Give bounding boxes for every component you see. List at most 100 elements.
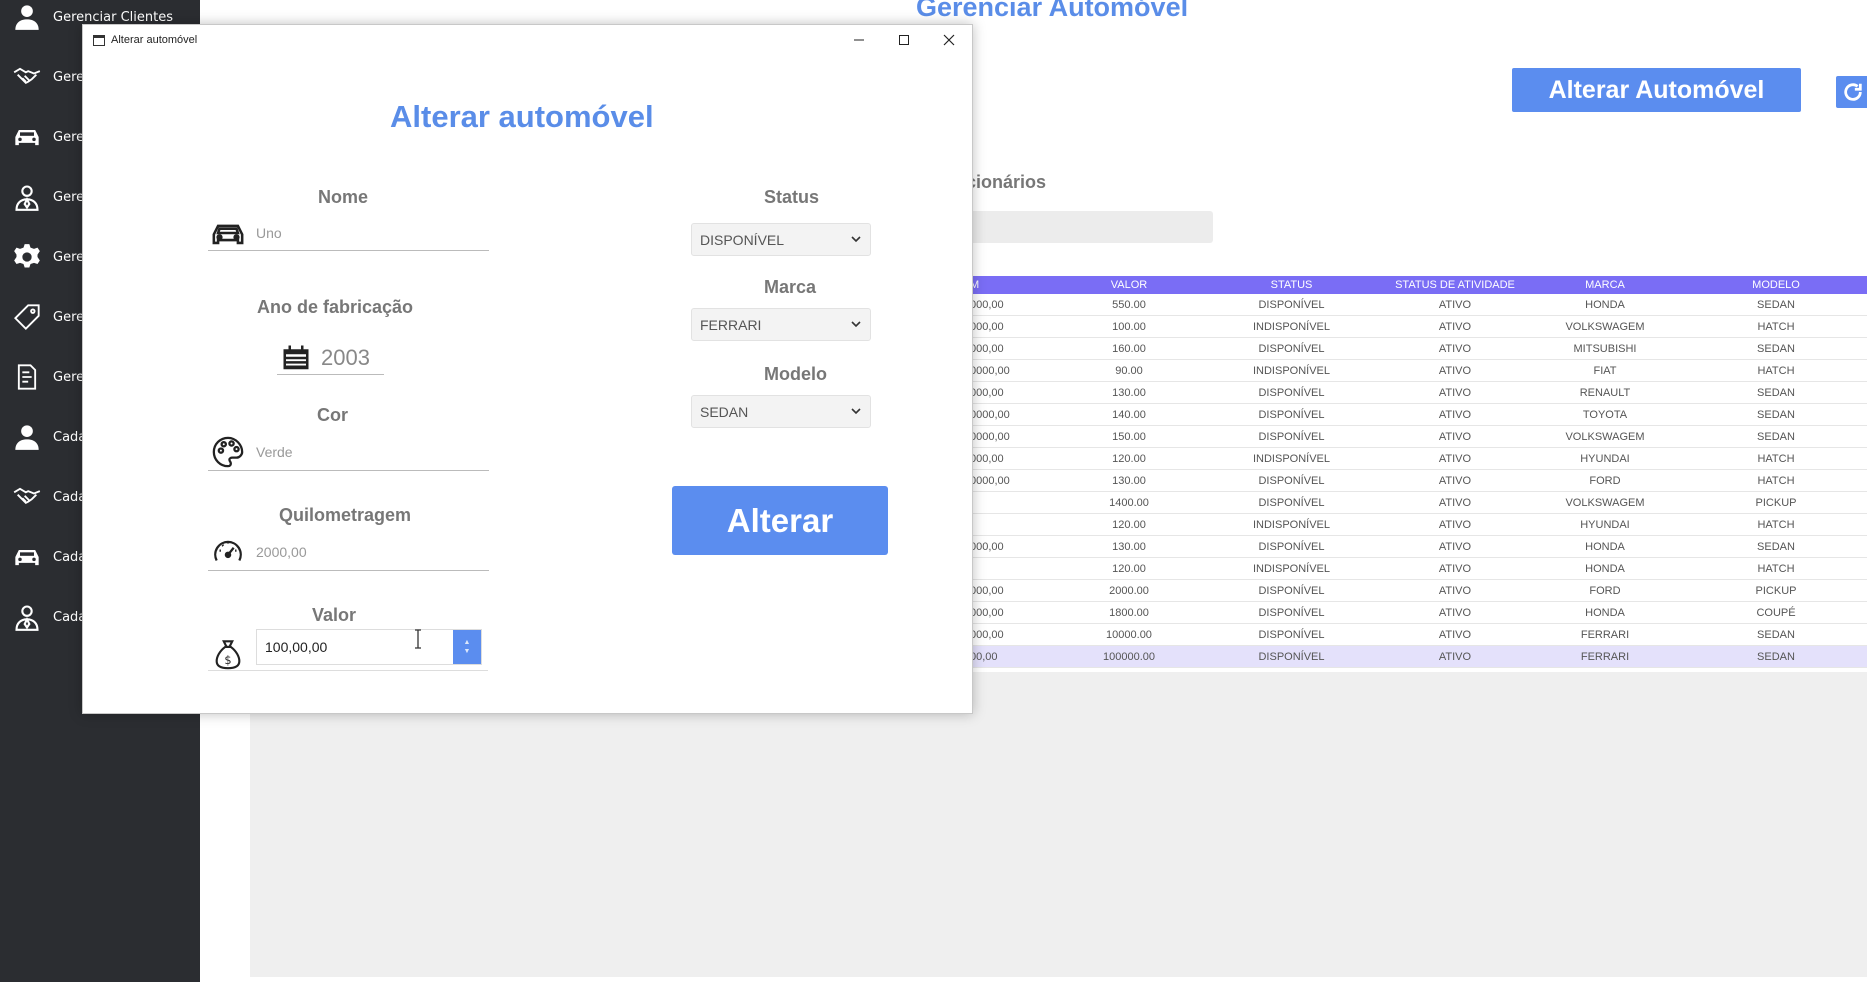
maximize-icon — [899, 35, 909, 45]
table-cell: 000,00 — [970, 628, 1004, 641]
table-cell: ATIVO — [1438, 342, 1472, 355]
status-select[interactable]: DISPONÍVEL — [691, 223, 871, 256]
column-header[interactable]: STATUS — [1198, 279, 1385, 291]
table-row[interactable]: 000,00 1800.00 DISPONÍVEL ATIVO HONDA COUPÉ — [970, 602, 1867, 624]
table-cell: HYUNDAI — [1580, 518, 1630, 531]
column-header[interactable]: STATUS DE ATIVIDADE — [1385, 279, 1525, 291]
page-title: Gerenciar Automóvel — [916, 0, 1189, 22]
table-cell: ATIVO — [1438, 474, 1472, 487]
table-row[interactable]: 000,00 550.00 DISPONÍVEL ATIVO HONDA SEDAN — [970, 294, 1867, 316]
table-cell: COUPÉ — [1756, 606, 1796, 619]
table-cell: 000,00 — [970, 386, 1004, 399]
table-cell: PICKUP — [1755, 496, 1797, 509]
table-row[interactable]: 000,00 160.00 DISPONÍVEL ATIVO MITSUBISHI SED… — [970, 338, 1867, 360]
alterar-button[interactable]: Alterar — [672, 486, 888, 555]
table-cell: VOLKSWAGEM — [1565, 320, 1645, 333]
table-row[interactable]: 00,00 100000.00 DISPONÍVEL ATIVO FERRARI SEDA… — [970, 646, 1867, 668]
maximize-button[interactable] — [882, 25, 926, 55]
status-selected: DISPONÍVEL — [700, 231, 785, 248]
valor-spinner[interactable]: 100,00,00 ▲ ▼ — [256, 629, 482, 665]
table-cell: 10000.00 — [1106, 628, 1152, 641]
table-cell: DISPONÍVEL — [1258, 584, 1325, 597]
table-cell: 00,00 — [970, 650, 998, 663]
car-icon — [208, 216, 248, 250]
table-cell: 0000,00 — [970, 364, 1010, 377]
table-cell: 120.00 — [1112, 562, 1146, 575]
table-cell: ATIVO — [1438, 430, 1472, 443]
table-cell: DISPONÍVEL — [1258, 650, 1325, 663]
nome-value: Uno — [256, 224, 282, 241]
table-cell: ATIVO — [1438, 496, 1472, 509]
table-cell: SEDAN — [1757, 386, 1795, 399]
window-title: Alterar automóvel — [111, 34, 198, 46]
close-button[interactable] — [927, 25, 971, 55]
table-cell: HONDA — [1585, 606, 1625, 619]
gear-icon — [9, 243, 45, 271]
table-cell: 1400.00 — [1109, 496, 1149, 509]
sidebar-item-label: Gere — [53, 309, 85, 325]
table-header: M VALOR STATUS STATUS DE ATIVIDADE MARCA… — [970, 276, 1867, 294]
refresh-icon — [1844, 83, 1862, 101]
arrow-down-icon[interactable]: ▼ — [464, 647, 471, 656]
ano-field[interactable]: 2003 — [277, 341, 384, 375]
table-row[interactable]: 000,00 2000.00 DISPONÍVEL ATIVO FORD PICKUP — [970, 580, 1867, 602]
table-row[interactable]: 000,00 100.00 INDISPONÍVEL ATIVO VOLKSWAGEM H… — [970, 316, 1867, 338]
column-header[interactable]: M — [970, 279, 1060, 291]
table-cell: 000,00 — [970, 606, 1004, 619]
quilometragem-field[interactable]: 2000,00 — [208, 533, 489, 571]
table-row[interactable]: 1400.00 DISPONÍVEL ATIVO VOLKSWAGEM PICKUP — [970, 492, 1867, 514]
table-row[interactable]: 0000,00 140.00 DISPONÍVEL ATIVO TOYOTA SEDAN — [970, 404, 1867, 426]
table-row[interactable]: 000,00 130.00 DISPONÍVEL ATIVO RENAULT SEDAN — [970, 382, 1867, 404]
search-input[interactable] — [970, 211, 1213, 243]
sidebar-item-label: Gere — [53, 249, 85, 265]
quilometragem-value: 2000,00 — [256, 543, 307, 560]
table-row[interactable]: 000,00 130.00 DISPONÍVEL ATIVO HONDA SEDAN — [970, 536, 1867, 558]
modelo-select[interactable]: SEDAN — [691, 395, 871, 428]
modelo-label: Modelo — [764, 364, 827, 384]
valor-value: 100,00,00 — [265, 639, 328, 655]
status-label: Status — [764, 187, 820, 207]
tag-icon — [9, 303, 45, 331]
employee-icon — [9, 603, 45, 631]
table-body: 000,00 550.00 DISPONÍVEL ATIVO HONDA SEDAN 000… — [970, 294, 1867, 668]
arrow-up-icon[interactable]: ▲ — [464, 638, 471, 647]
refresh-button[interactable] — [1836, 76, 1867, 108]
table-cell: DISPONÍVEL — [1258, 386, 1325, 399]
table-cell: ATIVO — [1438, 408, 1472, 421]
column-header[interactable]: MARCA — [1525, 279, 1685, 291]
alterar-automovel-button[interactable]: Alterar Automóvel — [1512, 68, 1801, 112]
marca-select[interactable]: FERRARI — [691, 308, 871, 341]
table-cell: 550.00 — [1112, 298, 1146, 311]
table-cell: 100000.00 — [1103, 650, 1155, 663]
table-cell: 0000,00 — [970, 408, 1010, 421]
table-row[interactable]: 120.00 INDISPONÍVEL ATIVO HYUNDAI HATCH — [970, 514, 1867, 536]
calendar-icon — [283, 345, 309, 369]
table-row[interactable]: 000,00 10000.00 DISPONÍVEL ATIVO FERRARI SEDA… — [970, 624, 1867, 646]
spinner-arrows[interactable]: ▲ ▼ — [453, 630, 481, 664]
chevron-down-icon — [851, 236, 861, 243]
table-cell: HONDA — [1585, 562, 1625, 575]
table-cell: 000,00 — [970, 584, 1004, 597]
table-cell: TOYOTA — [1582, 408, 1628, 421]
user-icon — [9, 3, 45, 31]
table-cell: ATIVO — [1438, 540, 1472, 553]
table-cell: RENAULT — [1579, 386, 1631, 399]
table-row[interactable]: 120.00 INDISPONÍVEL ATIVO HONDA HATCH — [970, 558, 1867, 580]
user-icon — [9, 423, 45, 451]
column-header[interactable]: MODELO — [1685, 279, 1867, 291]
column-header[interactable]: VALOR — [1060, 279, 1198, 291]
minimize-button[interactable] — [837, 25, 881, 55]
table-cell: 000,00 — [970, 320, 1004, 333]
table-row[interactable]: 000,00 120.00 INDISPONÍVEL ATIVO HYUNDAI HATC… — [970, 448, 1867, 470]
cor-field[interactable]: Verde — [208, 433, 489, 471]
sidebar-item-label: Gere — [53, 69, 85, 85]
nome-field[interactable]: Uno — [208, 215, 489, 251]
table-row[interactable]: 0000,00 90.00 INDISPONÍVEL ATIVO FIAT HATCH — [970, 360, 1867, 382]
employee-icon — [9, 183, 45, 211]
table-cell: ATIVO — [1438, 320, 1472, 333]
table-cell: FERRARI — [1580, 628, 1630, 641]
cor-value: Verde — [256, 443, 293, 460]
table-row[interactable]: 0000,00 150.00 DISPONÍVEL ATIVO VOLKSWAGEM SE… — [970, 426, 1867, 448]
table-cell: 000,00 — [970, 298, 1004, 311]
table-row[interactable]: 0000,00 130.00 DISPONÍVEL ATIVO FORD HATCH — [970, 470, 1867, 492]
